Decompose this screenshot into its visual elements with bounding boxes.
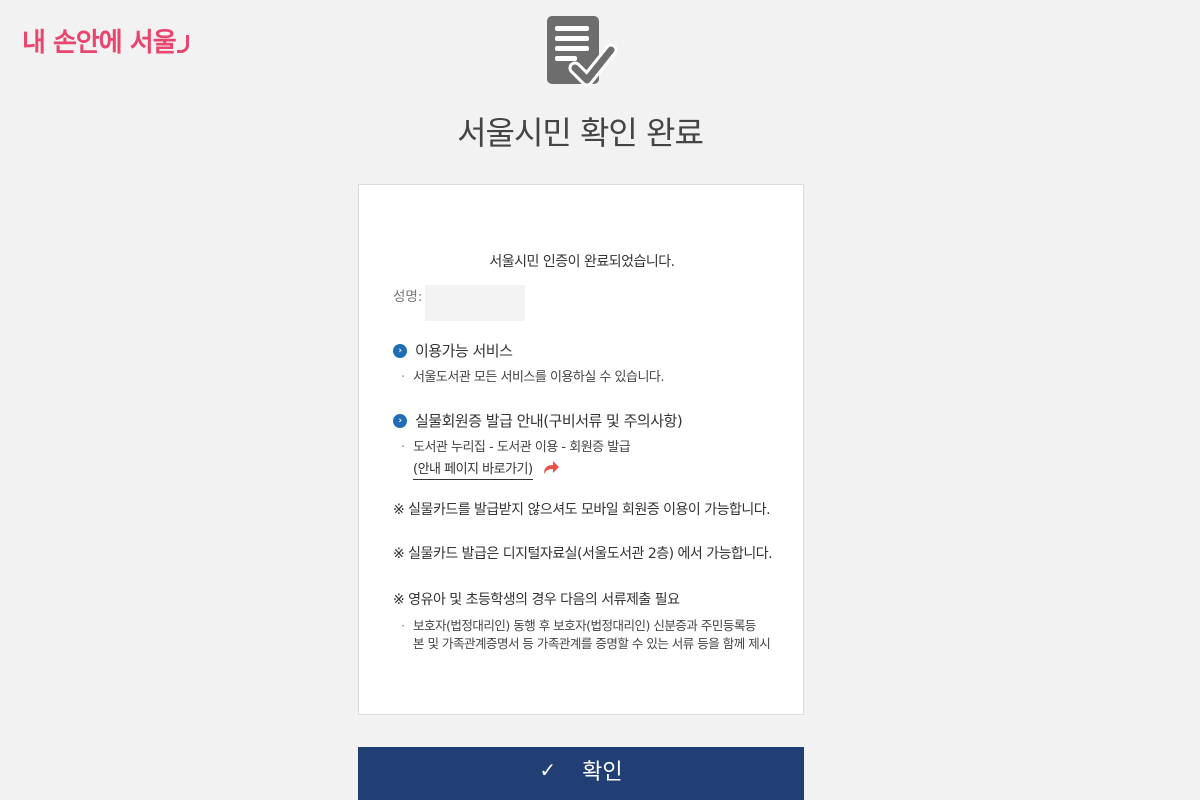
card-issuance-section: › 실물회원증 발급 안내(구비서류 및 주의사항) 도서관 누리집 - 도서관…	[393, 410, 683, 480]
services-section: › 이용가능 서비스 서울도서관 모든 서비스를 이용하실 수 있습니다.	[393, 340, 665, 387]
verification-card: 서울시민 인증이 완료되었습니다. 성명: › 이용가능 서비스 서울도서관 모…	[358, 184, 804, 715]
card-issuance-bullet: 도서관 누리집 - 도서관 이용 - 회원증 발급	[393, 439, 682, 457]
services-bullet: 서울도서관 모든 서비스를 이용하실 수 있습니다.	[393, 369, 665, 387]
page-title: 서울시민 확인 완료	[457, 114, 704, 152]
document-check-icon	[547, 16, 617, 87]
minors-documents-line1: 보호자(법정대리인) 동행 후 보호자(법정대리인) 신분증과 주민등록등	[393, 617, 770, 635]
guide-page-link[interactable]: (안내 페이지 바로가기)	[413, 461, 533, 480]
note-mobile-card: ※ 실물카드를 발급받지 않으셔도 모바일 회원증 이용이 가능합니다.	[393, 502, 771, 518]
chevron-right-icon: ›	[393, 413, 407, 428]
name-label: 성명:	[393, 289, 423, 305]
confirm-label: 확인	[582, 760, 623, 785]
chevron-right-icon: ›	[393, 343, 407, 358]
confirm-button[interactable]: ✓ 확인	[358, 747, 804, 800]
card-issuance-heading: 실물회원증 발급 안내(구비서류 및 주의사항)	[415, 412, 683, 430]
completion-notice: 서울시민 인증이 완료되었습니다.	[489, 254, 675, 270]
checkmark-icon: ✓	[539, 758, 557, 782]
minors-documents-line2: 본 및 가족관계증명서 등 가족관계를 증명할 수 있는 서류 등을 함께 제시	[413, 636, 771, 651]
services-heading: 이용가능 서비스	[415, 342, 513, 360]
logo-text: 내 손안에 서울	[22, 28, 177, 58]
logo-bracket	[176, 35, 189, 53]
note-issuance-location: ※ 실물카드 발급은 디지털자료실(서울도서관 2층) 에서 가능합니다.	[393, 546, 773, 562]
seoul-app-logo: 내 손안에 서울	[22, 28, 189, 58]
name-value-masked	[425, 285, 525, 321]
minors-documents: 보호자(법정대리인) 동행 후 보호자(법정대리인) 신분증과 주민등록등 본 …	[393, 609, 771, 653]
curved-arrow-icon	[543, 461, 559, 474]
note-minors: ※ 영유아 및 초등학생의 경우 다음의 서류제출 필요	[393, 592, 680, 608]
